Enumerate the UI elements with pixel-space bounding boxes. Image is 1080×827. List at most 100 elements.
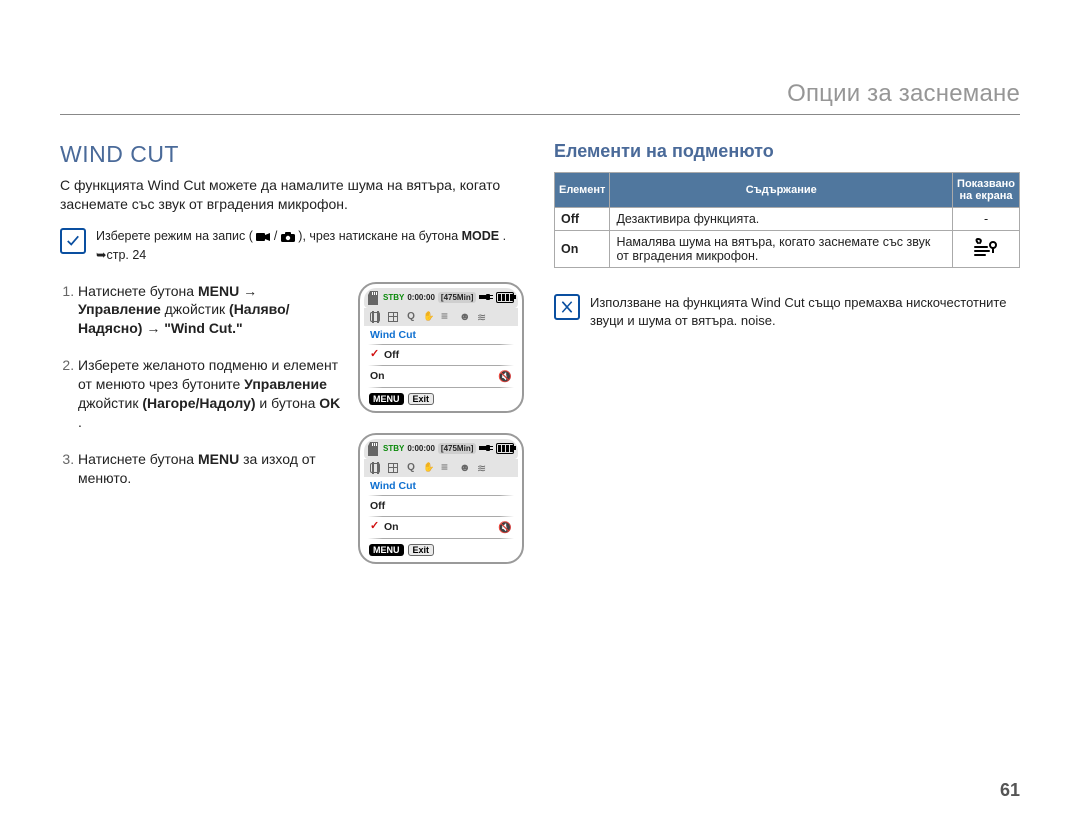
exit-button-label: Exit bbox=[408, 393, 435, 405]
steps-and-screens: Натиснете бутона MENU → Управление джойс… bbox=[60, 282, 526, 584]
th-ondisplay-line2: на екрана bbox=[960, 190, 1013, 202]
wind-cut-icon bbox=[498, 370, 512, 383]
step2-ctrl: Управление bbox=[244, 376, 327, 392]
lines-icon bbox=[441, 462, 453, 474]
lcd-off-text: Off bbox=[384, 349, 399, 361]
lcd-item-off: Off bbox=[364, 497, 518, 515]
lcd-on-text: On bbox=[370, 370, 385, 382]
th-ondisplay-line1: Показвано bbox=[957, 178, 1015, 190]
step1-arrow2: → bbox=[146, 320, 164, 336]
face-icon bbox=[459, 311, 471, 323]
lcd-item-on-selected: On bbox=[364, 518, 518, 537]
quality-icon bbox=[405, 311, 417, 323]
lcd-screenshot-off: STBY 0:00:00 [475Min] bbox=[358, 282, 524, 413]
stby-label: STBY bbox=[383, 293, 404, 302]
step2-mid: джойстик bbox=[78, 395, 142, 411]
lcd-tab-icons bbox=[364, 308, 518, 326]
lcd-off-text: Off bbox=[370, 500, 385, 512]
sd-card-icon bbox=[368, 442, 380, 456]
mode-note-prefix: Изберете режим на запис ( bbox=[96, 229, 253, 243]
cell-off-key: Off bbox=[555, 208, 610, 231]
wind-cut-glyph-icon bbox=[973, 248, 999, 262]
mode-note-suffix: ), чрез натискане на бутона bbox=[298, 229, 461, 243]
cell-off-disp: - bbox=[953, 208, 1020, 231]
exit-button-label: Exit bbox=[408, 544, 435, 556]
lcd-item-off-selected: Off bbox=[364, 346, 518, 364]
info-icon bbox=[554, 294, 580, 320]
slash: / bbox=[274, 229, 281, 243]
battery-icon bbox=[496, 443, 514, 454]
step3-pre: Натиснете бутона bbox=[78, 451, 198, 467]
lcd-menu-label: Wind Cut bbox=[364, 477, 518, 494]
step1-arrow1: → bbox=[243, 283, 257, 299]
th-element: Елемент bbox=[555, 173, 610, 208]
cell-off-desc: Дезактивира функцията. bbox=[610, 208, 953, 231]
right-column: Елементи на подменюто Елемент Съдържание… bbox=[554, 141, 1020, 584]
chapter-title: Опции за заснемане bbox=[60, 80, 1020, 115]
lines-icon bbox=[441, 311, 453, 323]
wind-icon bbox=[477, 311, 489, 323]
lcd-top-bar: STBY 0:00:00 [475Min] bbox=[364, 439, 518, 459]
lcd-on-text: On bbox=[384, 521, 399, 533]
camcorder-icon bbox=[256, 230, 270, 247]
step-2: Изберете желаното подменю и елемент от м… bbox=[78, 356, 342, 432]
remaining-time: [475Min] bbox=[438, 443, 476, 454]
timecode: 0:00:00 bbox=[407, 293, 435, 302]
lcd-item-on: On bbox=[364, 367, 518, 386]
th-ondisplay: Показвано на екрана bbox=[953, 173, 1020, 208]
mode-note-text: Изберете режим на запис ( / ), чрез нати… bbox=[96, 228, 526, 264]
steps-list: Натиснете бутона MENU → Управление джойс… bbox=[60, 282, 342, 488]
step1-ctrl: Управление bbox=[78, 301, 161, 317]
lcd-menu-label: Wind Cut bbox=[364, 326, 518, 343]
lcd-screenshot-on: STBY 0:00:00 [475Min] bbox=[358, 433, 524, 564]
quality-icon bbox=[405, 462, 417, 474]
mode-precondition-note: Изберете режим на запис ( / ), чрез нати… bbox=[60, 228, 526, 264]
battery-icon bbox=[496, 292, 514, 303]
stby-label: STBY bbox=[383, 444, 404, 453]
anti-shake-icon bbox=[423, 311, 435, 323]
two-column-layout: WIND CUT С функцията Wind Cut можете да … bbox=[60, 141, 1020, 584]
cell-on-desc: Намалява шума на вятъра, когато заснемат… bbox=[610, 231, 953, 268]
step2-ok: OK bbox=[319, 395, 340, 411]
wind-cut-icon bbox=[498, 521, 512, 534]
timecode: 0:00:00 bbox=[407, 444, 435, 453]
camera-icon bbox=[281, 230, 295, 247]
intro-text: С функцията Wind Cut можете да намалите … bbox=[60, 176, 526, 214]
check-icon bbox=[60, 228, 86, 254]
anti-shake-icon bbox=[423, 462, 435, 474]
step1-pre: Натиснете бутона bbox=[78, 283, 198, 299]
cell-on-disp bbox=[953, 231, 1020, 268]
submenu-title: Елементи на подменюто bbox=[554, 141, 1020, 162]
step1-menu: MENU bbox=[198, 283, 239, 299]
steps-col: Натиснете бутона MENU → Управление джойс… bbox=[60, 282, 342, 584]
th-content: Съдържание bbox=[610, 173, 953, 208]
step2-post: . bbox=[78, 414, 82, 430]
lcd-footer: MENU Exit bbox=[364, 389, 518, 405]
step-1: Натиснете бутона MENU → Управление джойс… bbox=[78, 282, 342, 339]
screens-col: STBY 0:00:00 [475Min] bbox=[358, 282, 526, 584]
film-icon bbox=[369, 462, 381, 474]
menu-button-label: MENU bbox=[369, 544, 404, 556]
check-mark-icon bbox=[370, 349, 380, 359]
section-title-windcut: WIND CUT bbox=[60, 141, 526, 168]
info-note-text: Използване на функцията Wind Cut също пр… bbox=[590, 294, 1020, 329]
remaining-time: [475Min] bbox=[438, 292, 476, 303]
lcd-tab-icons bbox=[364, 459, 518, 477]
check-mark-icon bbox=[370, 521, 380, 531]
table-row: Off Дезактивира функцията. - bbox=[555, 208, 1020, 231]
film-icon bbox=[369, 311, 381, 323]
power-plug-icon bbox=[479, 443, 493, 455]
step2-mid2: и бутона bbox=[259, 395, 319, 411]
table-row: On Намалява шума на вятъра, когато засне… bbox=[555, 231, 1020, 268]
lcd-top-bar: STBY 0:00:00 [475Min] bbox=[364, 288, 518, 308]
step2-updown: (Нагоре/Надолу) bbox=[142, 395, 255, 411]
menu-button-label: MENU bbox=[369, 393, 404, 405]
submenu-table: Елемент Съдържание Показвано на екрана O… bbox=[554, 172, 1020, 268]
step-3: Натиснете бутона MENU за изход от менюто… bbox=[78, 450, 342, 488]
step1-windcut: "Wind Cut." bbox=[164, 320, 242, 336]
step1-mid: джойстик bbox=[165, 301, 229, 317]
lcd-footer: MENU Exit bbox=[364, 540, 518, 556]
grid-icon bbox=[387, 311, 399, 323]
sd-card-icon bbox=[368, 291, 380, 305]
face-icon bbox=[459, 462, 471, 474]
